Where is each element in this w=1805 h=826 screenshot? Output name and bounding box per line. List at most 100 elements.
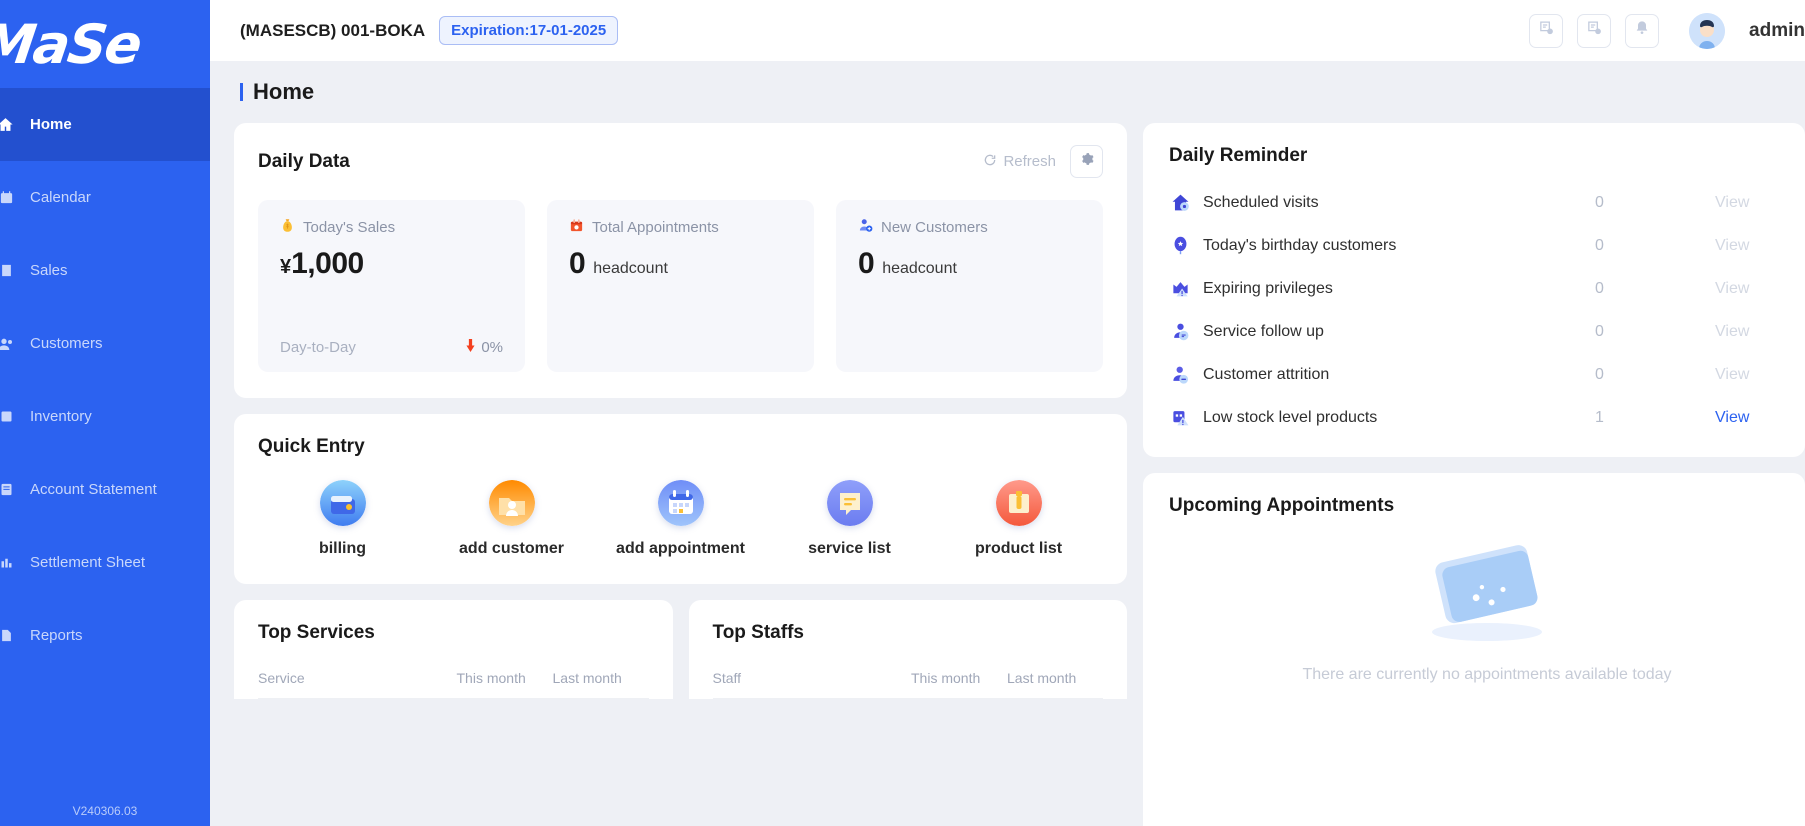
stat-label-row: New Customers <box>858 218 1081 237</box>
reminder-label: Customer attrition <box>1203 365 1330 383</box>
top-staffs-title: Top Staffs <box>712 622 804 643</box>
bell-icon-button[interactable] <box>1625 13 1660 48</box>
quick-entry-label: add customer <box>459 540 564 557</box>
reminder-view-link[interactable]: View <box>1715 323 1805 341</box>
sidebar-item-customers[interactable]: Customers <box>0 307 210 380</box>
upcoming-empty-text: There are currently no appointments avai… <box>1302 666 1672 683</box>
page-title: Home <box>253 79 315 104</box>
stat-card-total-appointments: Total Appointments 0 headcount <box>547 200 814 372</box>
stat-cards: Today's Sales ¥ 1,000 Day-to-Day 0% Tota… <box>258 200 1103 372</box>
home-icon <box>0 116 14 133</box>
quick-entry-add-appointment[interactable]: add appointment <box>596 480 765 558</box>
service-followup-icon <box>1169 322 1191 341</box>
document-clock-icon <box>1538 20 1555 42</box>
daily-data-title: Daily Data <box>258 150 350 172</box>
sidebar-item-label: Sales <box>30 262 68 279</box>
reminder-view-link[interactable]: View <box>1715 366 1805 384</box>
column-header-last-month: Last month <box>552 670 622 686</box>
document-clock-icon-button-1[interactable] <box>1529 13 1564 48</box>
reminder-label: Service follow up <box>1203 322 1324 340</box>
settlement-sheet-icon <box>0 555 14 570</box>
quick-entry-product-list[interactable]: product list <box>934 480 1103 558</box>
calendar-add-icon <box>657 480 704 526</box>
column-header-staff: Staff <box>712 670 742 686</box>
new-customer-icon <box>858 218 873 237</box>
reminder-count: 1 <box>1595 408 1604 426</box>
stat-footer: Day-to-Day 0% <box>280 339 503 356</box>
stat-unit: headcount <box>882 260 957 277</box>
top-services-table-header: Service This month Last month <box>258 670 649 699</box>
customers-icon <box>0 336 14 352</box>
reminder-view-link[interactable]: View <box>1715 194 1805 212</box>
stat-value: 0 <box>858 247 875 280</box>
low-stock-icon <box>1169 408 1191 427</box>
admin-name: admin <box>1749 19 1805 41</box>
quick-entry-label: billing <box>318 540 367 557</box>
reminder-row-scheduled-visits: Scheduled visits 0 View <box>1169 181 1805 224</box>
refresh-icon <box>983 153 997 171</box>
inventory-icon <box>0 409 14 424</box>
reminder-row-service-follow-up: Service follow up 0 View <box>1169 310 1805 353</box>
quick-entry-add-customer[interactable]: add customer <box>427 480 596 558</box>
quick-entry-billing[interactable]: billing <box>258 480 427 558</box>
quick-entry-label: add appointment <box>616 540 745 557</box>
sidebar-item-label: Customers <box>30 335 103 352</box>
sales-icon <box>0 263 14 278</box>
gear-icon <box>1080 152 1094 171</box>
expiring-privilege-icon <box>1169 279 1191 298</box>
document-clock-icon <box>1586 20 1603 42</box>
sidebar-item-home[interactable]: Home <box>0 88 210 161</box>
daily-data-actions: Refresh <box>983 145 1103 178</box>
sidebar-item-calendar[interactable]: Calendar <box>0 161 210 234</box>
stat-delta: 0% <box>465 339 503 356</box>
daily-reminder-list: Scheduled visits 0 View Today's birthday… <box>1169 181 1805 439</box>
sidebar-item-inventory[interactable]: Inventory <box>0 380 210 453</box>
settings-button[interactable] <box>1070 145 1103 178</box>
currency-symbol: ¥ <box>280 256 292 278</box>
sidebar-item-account-statement[interactable]: Account Statement <box>0 453 210 526</box>
sidebar-item-reports[interactable]: Reports <box>0 599 210 672</box>
stat-label: Total Appointments <box>592 219 719 236</box>
reminder-label: Low stock level products <box>1203 408 1378 426</box>
reminder-row-expiring-privileges: Expiring privileges 0 View <box>1169 267 1805 310</box>
refresh-button[interactable]: Refresh <box>983 153 1056 171</box>
sidebar-item-label: Home <box>30 116 72 133</box>
main-area: (MASESCB) 001-BOKA Expiration:17-01-2025 <box>210 0 1805 826</box>
stat-foot-label: Day-to-Day <box>280 339 356 356</box>
reminder-count: 0 <box>1595 236 1604 254</box>
topbar-actions: admin <box>1529 0 1805 61</box>
document-clock-icon-button-2[interactable] <box>1577 13 1612 48</box>
reminder-view-link[interactable]: View <box>1715 237 1805 255</box>
avatar[interactable] <box>1689 12 1726 49</box>
sidebar-item-settlement-sheet[interactable]: Settlement Sheet <box>0 526 210 599</box>
right-column: Daily Reminder Scheduled visits 0 View T… <box>1143 123 1805 826</box>
sidebar-item-sales[interactable]: Sales <box>0 234 210 307</box>
stat-unit: headcount <box>593 260 668 277</box>
reminder-count: 0 <box>1595 322 1604 340</box>
top-staffs-card: Top Staffs Staff This month Last month <box>688 600 1127 699</box>
reminder-view-link[interactable]: View <box>1715 409 1805 427</box>
stat-value: 1,000 <box>291 247 364 280</box>
customer-attrition-icon <box>1169 365 1191 384</box>
sidebar-item-label: Calendar <box>30 189 91 206</box>
reminder-row-birthday-customers: Today's birthday customers 0 View <box>1169 224 1805 267</box>
content-area: Daily Data Refresh Today's Sales ¥ 1,000… <box>210 123 1805 826</box>
reminder-label: Scheduled visits <box>1203 193 1319 211</box>
daily-reminder-title: Daily Reminder <box>1169 145 1308 166</box>
quick-entry-label: product list <box>974 540 1063 557</box>
quick-entry-service-list[interactable]: service list <box>765 480 934 558</box>
reminder-view-link[interactable]: View <box>1715 280 1805 298</box>
upcoming-appointments-card: Upcoming Appointments There are currentl… <box>1143 473 1805 826</box>
stat-value-row: 0 headcount <box>858 247 1081 281</box>
stat-label: New Customers <box>881 219 988 236</box>
calendar-icon <box>0 190 14 205</box>
reminder-label: Expiring privileges <box>1203 279 1333 297</box>
reminder-label: Today's birthday customers <box>1203 236 1397 254</box>
reminder-count: 0 <box>1595 193 1604 211</box>
column-header-last-month: Last month <box>1007 670 1077 686</box>
reminder-row-customer-attrition: Customer attrition 0 View <box>1169 353 1805 396</box>
top-services-title: Top Services <box>258 622 375 643</box>
reports-icon <box>0 628 14 643</box>
stat-delta-value: 0% <box>481 339 503 356</box>
daily-data-card: Daily Data Refresh Today's Sales ¥ 1,000… <box>234 123 1127 398</box>
